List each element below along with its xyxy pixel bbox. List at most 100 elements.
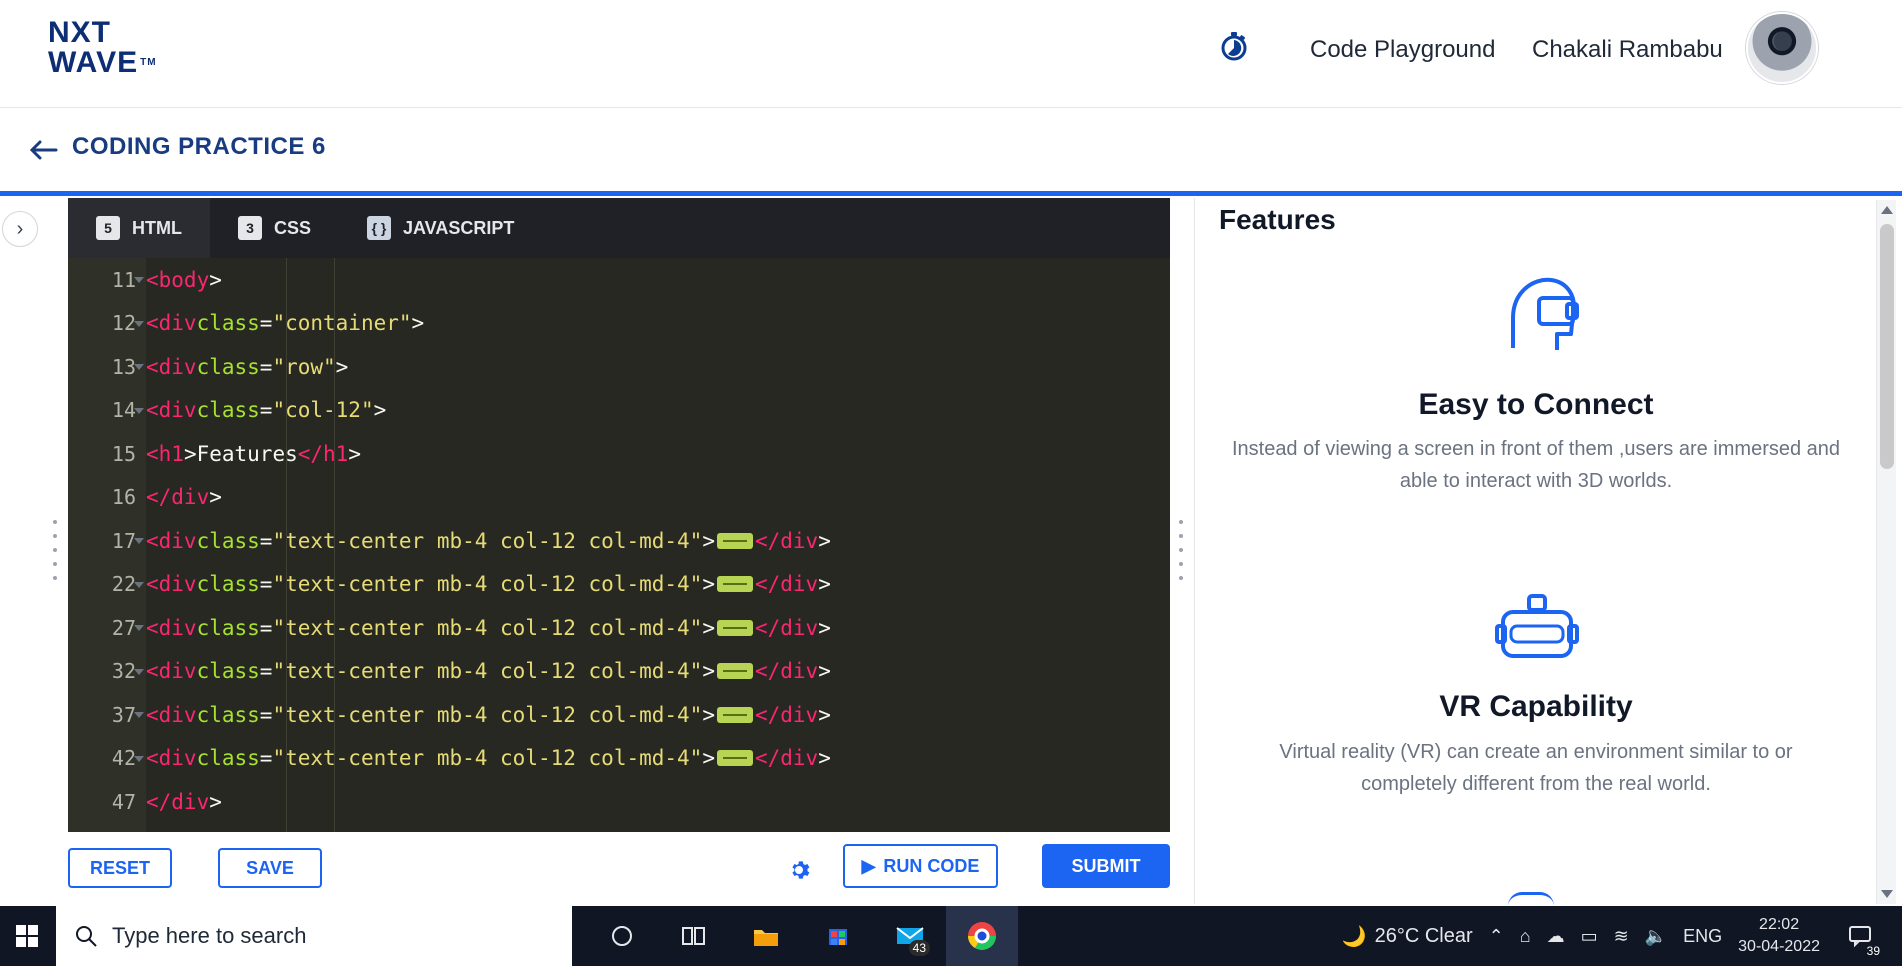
chrome-icon[interactable] <box>946 906 1018 966</box>
indent-guide <box>286 258 287 832</box>
resize-handle-left[interactable] <box>52 520 58 580</box>
notification-center-icon[interactable]: 39 <box>1836 912 1884 960</box>
submit-button[interactable]: SUBMIT <box>1042 844 1170 888</box>
chevron-up-icon[interactable]: ⌃ <box>1489 926 1504 947</box>
next-feature-icon-peek <box>1508 892 1554 906</box>
indent-guide <box>334 258 335 832</box>
back-arrow-icon[interactable] <box>26 136 62 164</box>
file-explorer-icon[interactable] <box>730 906 802 966</box>
sidebar-toggle-chevron-icon[interactable]: › <box>2 211 38 247</box>
preview-scrollbar[interactable] <box>1876 200 1896 904</box>
moon-icon: 🌙 <box>1341 925 1367 948</box>
fold-arrow-icon[interactable] <box>134 625 144 631</box>
mail-icon[interactable]: 43 <box>874 906 946 966</box>
code-line[interactable]: <div class = "text-center mb-4 col-12 col-… <box>146 563 1170 607</box>
editor-tabs: 5 HTML 3 CSS { } JAVASCRIPT <box>68 198 1170 258</box>
top-header: NXT WAVE TM Code Playground Chakali Ramba… <box>0 0 1902 108</box>
settings-gear-icon[interactable] <box>785 856 813 884</box>
scroll-down-arrow-icon[interactable] <box>1881 890 1893 898</box>
fold-arrow-icon[interactable] <box>134 538 144 544</box>
preview-heading: Features <box>1219 204 1336 235</box>
code-line[interactable]: </div> <box>146 780 1170 824</box>
line-number: 12 <box>68 302 146 346</box>
css3-icon: 3 <box>237 216 262 240</box>
run-code-button[interactable]: ▶ RUN CODE <box>843 844 998 888</box>
cloud-icon[interactable]: ☁ <box>1547 926 1565 947</box>
timer-icon[interactable] <box>1214 26 1254 66</box>
code-line[interactable]: </div> <box>146 824 1170 833</box>
fold-arrow-icon[interactable] <box>134 712 144 718</box>
tab-html-label: HTML <box>132 217 182 238</box>
code-editor: 5 HTML 3 CSS { } JAVASCRIPT 11 12 13 14 15 16… <box>68 198 1170 832</box>
microsoft-store-icon[interactable] <box>802 906 874 966</box>
tab-javascript-label: JAVASCRIPT <box>403 217 515 238</box>
fold-arrow-icon[interactable] <box>134 581 144 588</box>
nxtwave-logo[interactable]: NXT WAVE TM <box>48 18 208 88</box>
search-placeholder: Type here to search <box>112 923 307 948</box>
tab-html[interactable]: 5 HTML <box>68 198 210 258</box>
code-line[interactable]: <div class = "text-center mb-4 col-12 col-… <box>146 519 1170 563</box>
volume-icon[interactable]: 🔈 <box>1645 926 1667 947</box>
tab-javascript[interactable]: { } JAVASCRIPT <box>339 198 542 258</box>
line-number: 14 <box>68 389 146 433</box>
output-preview: Features Easy to Connect Instead of view… <box>1194 198 1876 904</box>
run-code-label: RUN CODE <box>883 855 980 876</box>
tab-css[interactable]: 3 CSS <box>210 198 339 258</box>
feature-desc-1: Instead of viewing a screen in front of … <box>1231 438 1841 492</box>
code-line[interactable]: <div class = "text-center mb-4 col-12 col-… <box>146 737 1170 781</box>
save-button[interactable]: SAVE <box>218 848 322 888</box>
fold-arrow-icon[interactable] <box>134 364 144 370</box>
logo-line-1: NXT <box>48 16 111 49</box>
fold-arrow-icon[interactable] <box>134 755 144 762</box>
code-line[interactable]: <body > <box>146 258 1170 302</box>
avatar[interactable] <box>1746 12 1818 84</box>
reset-button[interactable]: RESET <box>68 848 172 888</box>
scroll-up-arrow-icon[interactable] <box>1881 206 1893 214</box>
system-tray: 🌙 26°C Clear ⌃ ⌂ ☁ ▭ ≋ 🔈 ENG 22:02 30-04… <box>1342 912 1902 960</box>
code-lines[interactable]: <body > <div class = "container" > <div clas… <box>146 258 1170 832</box>
fold-arrow-icon[interactable] <box>134 277 144 283</box>
code-line[interactable]: <div class = "col-12" > <box>146 389 1170 433</box>
meet-now-icon[interactable]: ⌂ <box>1520 926 1531 947</box>
html5-icon: 5 <box>96 216 120 240</box>
logo-line-2-text: WAVE <box>48 46 139 79</box>
code-line[interactable]: <div class = "container" > <box>146 302 1170 346</box>
cortana-icon[interactable] <box>586 906 658 966</box>
date-text: 30-04-2022 <box>1738 938 1820 955</box>
windows-start-icon[interactable] <box>0 906 54 966</box>
code-line[interactable]: <div class = "text-center mb-4 col-12 col-… <box>146 693 1170 737</box>
user-name[interactable]: Chakali Rambabu <box>1532 36 1723 64</box>
resize-handle-right[interactable] <box>1178 520 1184 580</box>
task-view-icon[interactable] <box>658 906 730 966</box>
header-accent-rule <box>0 191 1902 196</box>
line-number: 27 <box>68 606 146 650</box>
taskbar-search[interactable]: Type here to search <box>56 906 572 966</box>
feature-card-1: Easy to Connect Instead of viewing a scr… <box>1195 238 1876 548</box>
code-line[interactable]: </div> <box>146 476 1170 520</box>
code-line[interactable]: <div class = "text-center mb-4 col-12 col-… <box>146 606 1170 650</box>
scroll-thumb[interactable] <box>1880 224 1894 469</box>
line-number-gutter: 11121314 15 16 172227323742 47 48 <box>68 258 146 832</box>
line-number: 11 <box>68 258 146 302</box>
fold-arrow-icon[interactable] <box>134 407 144 414</box>
language-indicator[interactable]: ENG <box>1683 926 1722 947</box>
weather[interactable]: 🌙 26°C Clear <box>1342 924 1473 949</box>
feature-card-2: VR Capability Virtual reality (VR) can c… <box>1195 548 1876 878</box>
mail-badge: 43 <box>908 940 930 956</box>
clock[interactable]: 22:02 30-04-2022 <box>1738 914 1820 958</box>
code-line[interactable]: <h1 > Features </h1 > <box>146 432 1170 476</box>
logo-line-2: WAVE TM <box>48 48 208 78</box>
code-line[interactable]: <div class = "row" > <box>146 345 1170 389</box>
fold-arrow-icon[interactable] <box>134 320 144 327</box>
code-area[interactable]: 11121314 15 16 172227323742 47 48 <body> <div… <box>68 258 1170 832</box>
wifi-icon[interactable]: ≋ <box>1614 926 1629 947</box>
code-line[interactable]: <div class = "text-center mb-4 col-12 col-… <box>146 650 1170 694</box>
battery-icon[interactable]: ▭ <box>1581 926 1598 947</box>
line-number: 32 <box>68 650 146 694</box>
code-playground-link[interactable]: Code Playground <box>1310 36 1495 64</box>
line-number: 42 <box>68 737 146 781</box>
windows-taskbar: Type here to search 43 � <box>0 906 1902 966</box>
fold-arrow-icon[interactable] <box>134 668 144 675</box>
line-number: 47 <box>111 789 136 814</box>
editor-actions: RESET SAVE ▶ RUN CODE SUBMIT <box>68 836 1170 896</box>
